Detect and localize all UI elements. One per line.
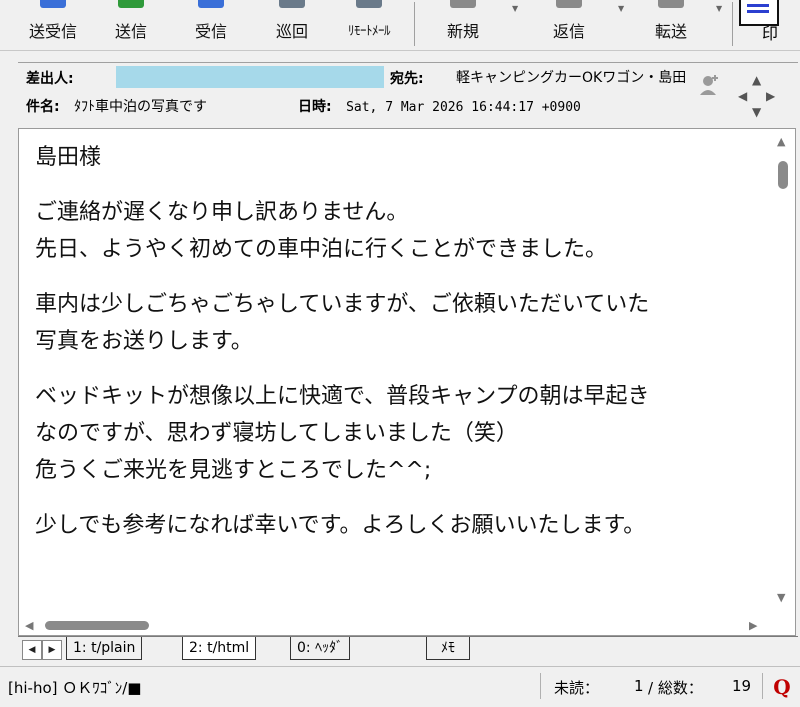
- tab-memo[interactable]: ﾒﾓ: [426, 637, 470, 660]
- total-label: / 総数：: [648, 679, 703, 697]
- body-line: 写真をお送りします。: [35, 329, 253, 354]
- status-divider: [762, 673, 763, 699]
- body-paragraph: ご連絡が遅くなり申し訳ありません。先日、ようやく初めての車中泊に行くことができま…: [35, 194, 755, 268]
- to-label: 宛先:: [390, 71, 424, 87]
- total-count: 19: [732, 677, 752, 695]
- send-receive-button[interactable]: 送受信: [14, 0, 92, 48]
- forward-button[interactable]: 転送: [634, 0, 708, 48]
- forward-icon: [658, 0, 684, 8]
- toolbar: 送受信 送信 受信 巡回 ﾘﾓｰﾄﾒｰﾙ 新規 ▼ 返信 ▼ 転送 ▼ 印: [0, 0, 800, 51]
- send-button[interactable]: 送信: [100, 0, 162, 48]
- receive-button[interactable]: 受信: [180, 0, 242, 48]
- app-q-icon[interactable]: Q: [770, 675, 794, 699]
- header-down-icon[interactable]: ▼: [752, 105, 761, 119]
- scroll-up-icon[interactable]: ▲: [777, 135, 785, 148]
- body-line: ご連絡が遅くなり申し訳ありません。: [35, 200, 409, 225]
- tab-prev-icon[interactable]: ◀: [22, 640, 42, 660]
- vertical-scroll-thumb[interactable]: [778, 161, 788, 189]
- vertical-scrollbar[interactable]: ▲ ▼: [771, 129, 795, 617]
- message-body-pane[interactable]: 島田様ご連絡が遅くなり申し訳ありません。先日、ようやく初めての車中泊に行くことが…: [18, 128, 796, 636]
- new-mail-icon: [450, 0, 476, 8]
- receive-icon: [198, 0, 224, 8]
- part-tab-bar: ◀ ▶ 1: t/plain 2: t/html 0: ﾍｯﾀﾞ ﾒﾓ: [18, 636, 798, 663]
- body-paragraph: 少しでも参考になれば幸いです。よろしくお願いいたします。: [35, 507, 755, 544]
- tab-next-icon[interactable]: ▶: [42, 640, 62, 660]
- horizontal-scrollbar[interactable]: ◀ ▶: [19, 617, 771, 635]
- from-row: 差出人:: [26, 68, 74, 90]
- body-line: なのですが、思わず寝坊してしまいました（笑）: [35, 421, 518, 446]
- body-line: ベッドキットが想像以上に快適で、普段キャンプの朝は早起き: [35, 384, 650, 409]
- toolbar-divider: [732, 2, 733, 46]
- scroll-right-icon[interactable]: ▶: [749, 619, 757, 632]
- subject-row: 件名: ﾀﾌﾄ車中泊の写真です: [26, 96, 207, 118]
- remote-mail-button[interactable]: ﾘﾓｰﾄﾒｰﾙ: [330, 0, 408, 48]
- tab-html[interactable]: 2: t/html: [182, 637, 257, 660]
- status-bar: [hi-ho] ＯＫﾜｺﾞﾝ/■ 未読： 1 / 総数： 19 Q: [0, 666, 800, 707]
- reply-button[interactable]: 返信: [532, 0, 606, 48]
- header-up-icon[interactable]: ▲: [752, 73, 761, 87]
- add-address-icon[interactable]: [699, 73, 721, 97]
- send-icon: [118, 0, 144, 8]
- body-paragraph: 車内は少しごちゃごちゃしていますが、ご依頼いただいていた 写真をお送りします。: [35, 286, 755, 360]
- date-row: 日時: Sat, 7 Mar 2026 16:44:17 +0900: [298, 96, 581, 118]
- body-line: 島田様: [35, 145, 102, 170]
- subject-label: 件名:: [26, 99, 60, 115]
- reply-icon: [556, 0, 582, 8]
- new-mail-button[interactable]: 新規: [426, 0, 500, 48]
- unread-label: 未読：: [554, 679, 600, 697]
- account-status: [hi-ho] ＯＫﾜｺﾞﾝ/■: [8, 679, 142, 697]
- toolbar-divider: [414, 2, 415, 46]
- patrol-icon: [279, 0, 305, 8]
- from-label: 差出人:: [26, 71, 74, 87]
- body-line: 車内は少しごちゃごちゃしていますが、ご依頼いただいていた: [35, 292, 650, 317]
- message-header: 差出人: 宛先: 軽キャンピングカーOKワゴン・島田 件名: ﾀﾌﾄ車中泊の写真…: [18, 62, 798, 127]
- tab-header[interactable]: 0: ﾍｯﾀﾞ: [290, 637, 351, 660]
- forward-dropdown-icon[interactable]: ▼: [716, 4, 722, 13]
- subject-value: ﾀﾌﾄ車中泊の写真です: [74, 99, 208, 115]
- to-row: 宛先:: [390, 68, 424, 90]
- header-left-icon[interactable]: ◀: [738, 89, 747, 103]
- unread-count: 1: [634, 677, 644, 695]
- body-paragraph: ベッドキットが想像以上に快適で、普段キャンプの朝は早起き なのですが、思わず寝坊し…: [35, 378, 755, 489]
- new-dropdown-icon[interactable]: ▼: [512, 4, 518, 13]
- header-right-icon[interactable]: ▶: [766, 89, 775, 103]
- message-body: 島田様ご連絡が遅くなり申し訳ありません。先日、ようやく初めての車中泊に行くことが…: [35, 139, 755, 562]
- remote-mail-icon: [356, 0, 382, 8]
- patrol-button[interactable]: 巡回: [262, 0, 322, 48]
- date-value: Sat, 7 Mar 2026 16:44:17 +0900: [346, 100, 581, 115]
- status-divider: [540, 673, 541, 699]
- scroll-down-icon[interactable]: ▼: [777, 591, 785, 604]
- horizontal-scroll-thumb[interactable]: [45, 621, 149, 630]
- send-receive-icon: [40, 0, 66, 8]
- body-line: 少しでも参考になれば幸いです。よろしくお願いいたします。: [35, 513, 646, 538]
- scroll-left-icon[interactable]: ◀: [25, 619, 33, 632]
- tab-plain[interactable]: 1: t/plain: [66, 637, 143, 660]
- date-label: 日時:: [298, 99, 332, 115]
- body-paragraph: 島田様: [35, 139, 755, 176]
- body-line: 危うくご来光を見逃すところでした^^;: [35, 458, 432, 483]
- to-value[interactable]: 軽キャンピングカーOKワゴン・島田: [456, 67, 706, 87]
- from-field[interactable]: [116, 66, 384, 88]
- body-line: 先日、ようやく初めての車中泊に行くことができました。: [35, 237, 608, 262]
- reply-dropdown-icon[interactable]: ▼: [618, 4, 624, 13]
